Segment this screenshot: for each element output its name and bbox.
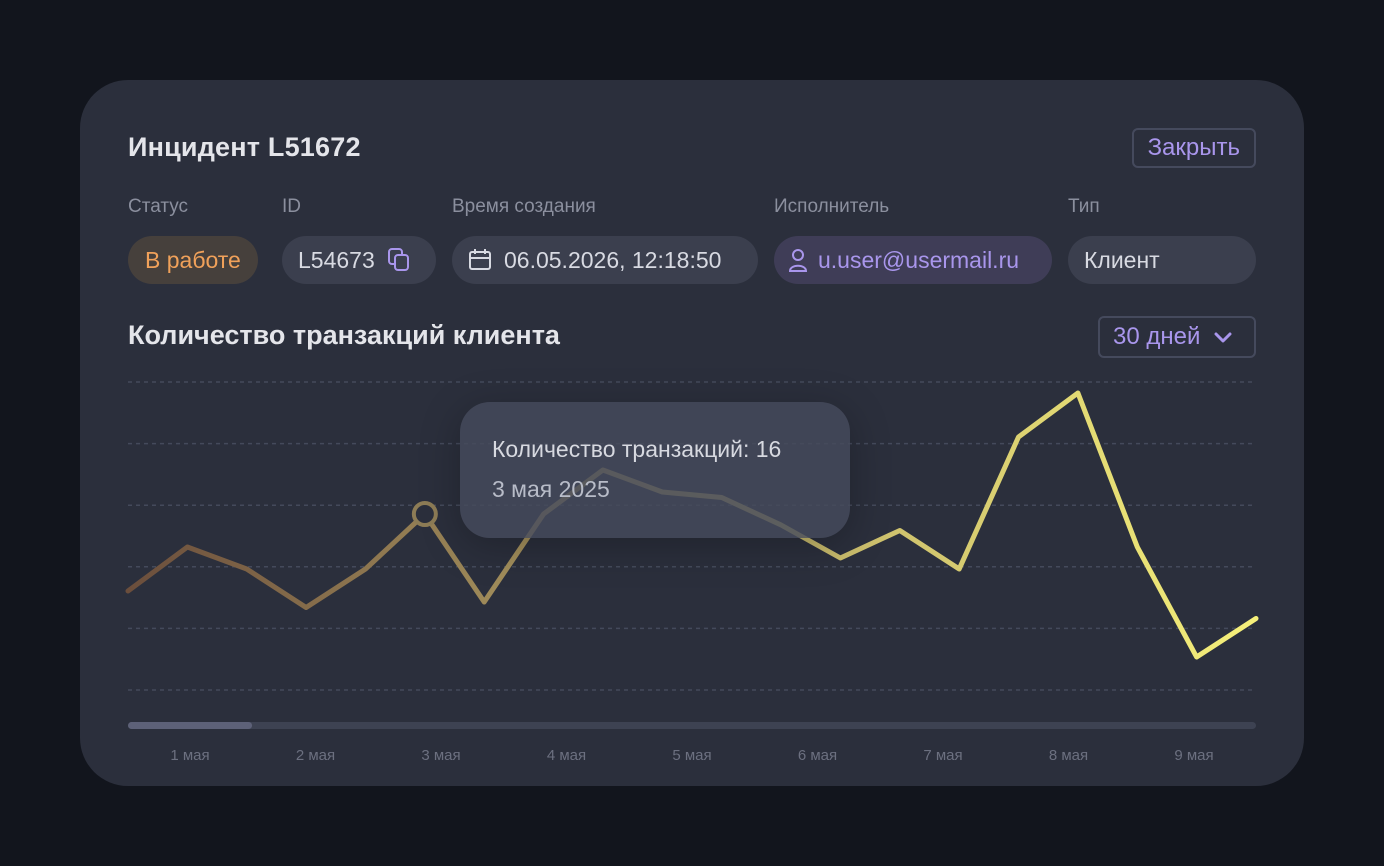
- x-tick-label: 6 мая: [797, 747, 838, 764]
- x-tick-label: 7 мая: [923, 747, 963, 764]
- x-tick-label: 2 мая: [295, 747, 336, 764]
- chart-tooltip: Количество транзакций: 16 3 мая 2025: [460, 402, 850, 538]
- x-tick-label: 1 мая: [170, 747, 210, 764]
- x-tick-label: 3 мая: [421, 747, 461, 764]
- scrollbar-thumb[interactable]: [128, 722, 253, 729]
- incident-card: Инцидент L51672 Закрыть Статус ID Время …: [80, 80, 1304, 786]
- tooltip-date: 3 мая 2025: [492, 476, 610, 502]
- x-tick-label: 4 мая: [546, 747, 587, 764]
- x-tick-label: 8 мая: [1048, 747, 1089, 764]
- highlight-point[interactable]: [411, 501, 438, 527]
- x-tick-label: 5 мая: [672, 747, 712, 764]
- x-tick-label: 9 мая: [1174, 747, 1214, 764]
- scrollbar-track[interactable]: [128, 722, 1256, 729]
- tooltip-value: Количество транзакций: 16: [492, 436, 782, 462]
